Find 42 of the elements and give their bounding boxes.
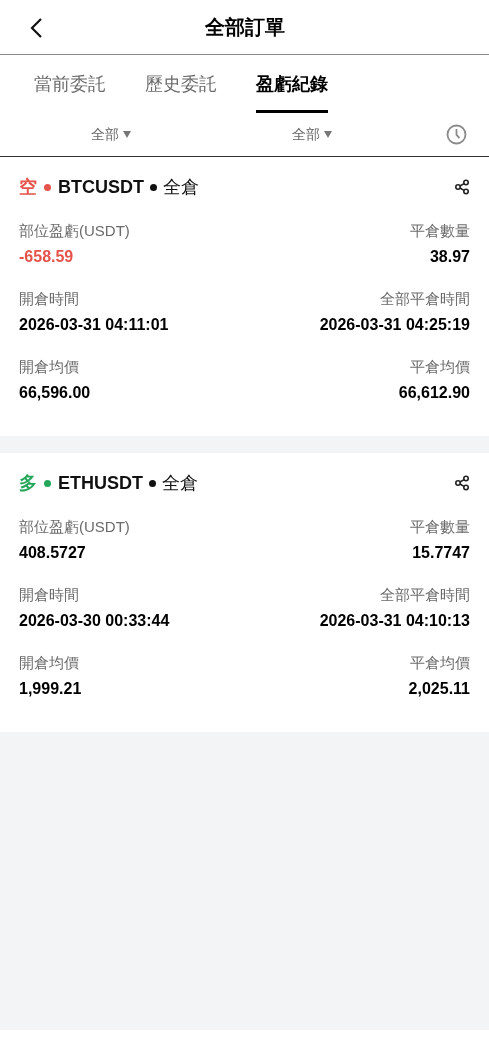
field-label: 全部平倉時間 [380,585,470,605]
symbol-label: ETHUSDT [58,471,143,495]
filter-dropdown[interactable]: 全部 [291,124,332,145]
field-value: 2026-03-31 04:10:13 [319,611,470,631]
field-value: -658.59 [19,247,74,267]
page-title: 全部訂單 [204,15,285,40]
field-label: 全部平倉時間 [380,289,470,309]
caret-icon [122,131,131,138]
field-label: 開倉均價 [19,357,79,377]
field-label: 平倉數量 [410,517,470,537]
field-label: 開倉時間 [19,585,79,605]
field-label: 部位盈虧(USDT) [19,517,130,537]
field-label: 平倉數量 [410,221,470,241]
field-value: 66,612.90 [398,383,470,403]
back-icon[interactable] [29,17,43,39]
side-label: 多 [19,471,37,495]
field-value: 1,999.21 [19,679,82,699]
field-label: 開倉均價 [19,653,79,673]
tab[interactable]: 盈虧紀錄 [256,55,328,113]
field-value: 2026-03-31 04:25:19 [319,315,470,335]
field-label: 開倉時間 [19,289,79,309]
field-value: 66,596.00 [19,383,91,403]
tab[interactable]: 歷史委託 [145,55,217,113]
share-icon[interactable] [454,475,470,491]
field-label: 平倉均價 [410,357,470,377]
side-label: 空 [19,175,37,199]
field-label: 平倉均價 [410,653,470,673]
field-value: 408.5727 [19,543,86,563]
tab[interactable]: 當前委託 [34,55,106,113]
margin-mode: 全倉 [162,471,198,495]
field-value: 38.97 [429,247,470,267]
caret-icon [323,131,332,138]
field-value: 15.7747 [412,543,470,563]
clock-icon[interactable] [446,124,467,145]
filter-dropdown[interactable]: 全部 [90,124,131,145]
margin-mode: 全倉 [163,175,199,199]
field-value: 2,025.11 [408,679,470,699]
share-icon[interactable] [454,179,470,195]
field-value: 2026-03-30 00:33:44 [19,611,170,631]
field-value: 2026-03-31 04:11:01 [19,315,169,335]
field-label: 部位盈虧(USDT) [19,221,130,241]
symbol-label: BTCUSDT [58,175,144,199]
